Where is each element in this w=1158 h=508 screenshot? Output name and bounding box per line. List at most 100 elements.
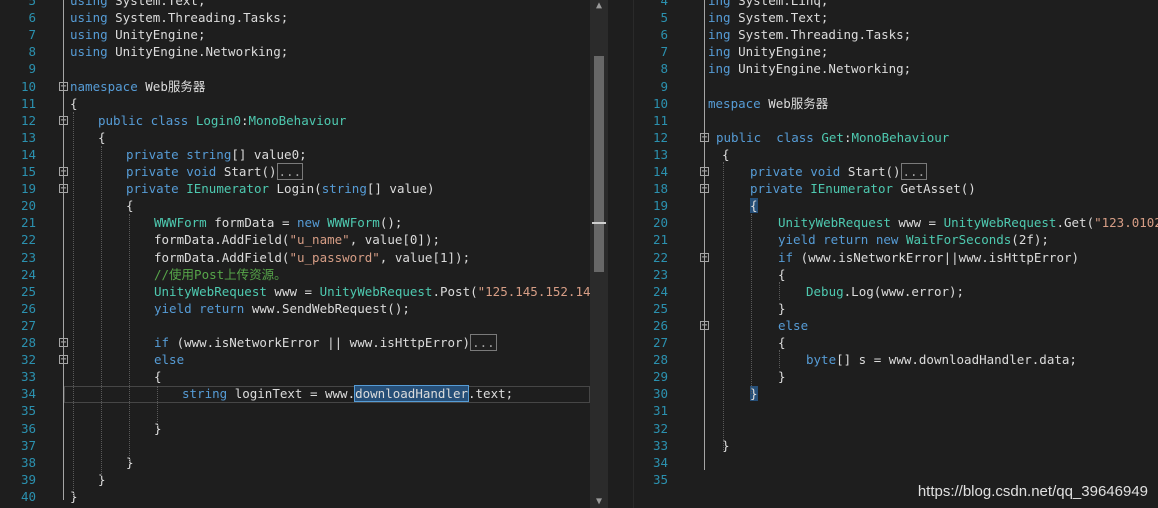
code-line[interactable]: 34 string loginText = www.downloadHandler… — [0, 385, 590, 403]
code-line[interactable]: 9 — [0, 60, 590, 77]
code-line[interactable]: 37 — [0, 437, 590, 454]
code-text[interactable]: public class Login0:MonoBehaviour — [98, 112, 346, 129]
code-line[interactable]: 27 { — [608, 334, 1158, 351]
code-line[interactable]: 22 formData.AddField("u_name", value[0]); — [0, 231, 590, 248]
code-text[interactable]: { — [722, 146, 730, 163]
code-line[interactable]: 5 ing System.Text; — [608, 9, 1158, 26]
code-line[interactable]: 14 private string[] value0; — [0, 146, 590, 163]
collapsed-region-marker[interactable]: ... — [900, 163, 928, 180]
code-text[interactable]: { — [778, 334, 786, 351]
code-line[interactable]: 28 byte[] s = www.downloadHandler.data; — [608, 351, 1158, 368]
code-line[interactable]: 10 mespace Web服务器 — [608, 95, 1158, 112]
code-text[interactable]: private IEnumerator Login(string[] value… — [126, 180, 435, 197]
code-line[interactable]: 8 ing UnityEngine.Networking; — [608, 60, 1158, 77]
code-line[interactable]: 11 — [608, 112, 1158, 129]
code-line[interactable]: 39} — [0, 471, 590, 488]
code-text[interactable]: ing UnityEngine.Networking; — [708, 60, 911, 77]
code-line[interactable]: 26 yield return www.SendWebRequest(); — [0, 300, 590, 317]
code-text[interactable]: UnityWebRequest www = UnityWebRequest.Ge… — [778, 214, 1158, 231]
code-text[interactable]: else — [778, 317, 808, 334]
code-text[interactable]: yield return new WaitForSeconds(2f); — [778, 231, 1049, 248]
code-line[interactable]: 12−public class Get:MonoBehaviour — [608, 129, 1158, 146]
code-line[interactable]: 14+private void Start()... — [608, 163, 1158, 180]
code-text[interactable]: ing UnityEngine; — [708, 43, 828, 60]
code-line[interactable]: 32−else — [0, 351, 590, 368]
code-text[interactable]: ing System.Threading.Tasks; — [708, 26, 911, 43]
code-line[interactable]: 5 using System.Text; — [0, 0, 590, 9]
code-text[interactable]: namespace Web服务器 — [70, 78, 205, 95]
code-text[interactable]: using System.Threading.Tasks; — [70, 9, 288, 26]
code-line[interactable]: 38} — [0, 454, 590, 471]
code-text[interactable]: ing System.Text; — [708, 9, 828, 26]
code-text[interactable]: { — [778, 266, 786, 283]
code-line[interactable]: 9 — [608, 78, 1158, 95]
code-text[interactable]: formData.AddField("u_password", value[1]… — [154, 249, 470, 266]
code-text[interactable]: using UnityEngine; — [70, 26, 205, 43]
code-text[interactable]: { — [70, 95, 78, 112]
code-text[interactable]: private string[] value0; — [126, 146, 307, 163]
code-text[interactable]: else — [154, 351, 184, 368]
code-line[interactable]: 12−public class Login0:MonoBehaviour — [0, 112, 590, 129]
code-line[interactable]: 20 { — [0, 197, 590, 214]
code-text[interactable]: { — [750, 197, 758, 214]
code-line[interactable]: 40} — [0, 488, 590, 505]
code-line[interactable]: 6 ing System.Threading.Tasks; — [608, 26, 1158, 43]
code-text[interactable]: mespace Web服务器 — [708, 95, 828, 112]
code-text[interactable]: public class Get:MonoBehaviour — [716, 129, 949, 146]
code-line[interactable]: 20 UnityWebRequest www = UnityWebRequest.… — [608, 214, 1158, 231]
code-line[interactable]: 11 { — [0, 95, 590, 112]
code-text[interactable]: private IEnumerator GetAsset() — [750, 180, 976, 197]
code-line[interactable]: 4 ing System.Linq; — [608, 0, 1158, 9]
code-line[interactable]: 21 WWWForm formData = new WWWForm(); — [0, 214, 590, 231]
code-line[interactable]: 7 using UnityEngine; — [0, 26, 590, 43]
code-text[interactable]: UnityWebRequest www = UnityWebRequest.Po… — [154, 283, 590, 300]
code-text[interactable]: } — [778, 300, 786, 317]
code-text[interactable]: private void Start()... — [750, 163, 928, 180]
code-text[interactable]: { — [154, 368, 162, 385]
code-line[interactable]: 33} — [608, 437, 1158, 454]
code-text[interactable]: using System.Text; — [70, 0, 205, 9]
code-line[interactable]: 34 — [608, 454, 1158, 471]
collapsed-region-marker[interactable]: ... — [276, 163, 304, 180]
code-line[interactable]: 7 ing UnityEngine; — [608, 43, 1158, 60]
code-text[interactable]: { — [98, 129, 106, 146]
code-line[interactable]: 13 { — [0, 129, 590, 146]
right-editor-pane[interactable]: 4 ing System.Linq; 5 ing System.Text; 6 ing S… — [608, 0, 1158, 508]
code-line[interactable]: 24 //使用Post上传资源。 — [0, 266, 590, 283]
code-text[interactable]: //使用Post上传资源。 — [154, 266, 287, 283]
code-line[interactable]: 28+if (www.isNetworkError || www.isHttpE… — [0, 334, 590, 351]
code-line[interactable]: 21 yield return new WaitForSeconds(2f); — [608, 231, 1158, 248]
code-text[interactable]: } — [778, 368, 786, 385]
code-text[interactable]: if (www.isNetworkError||www.isHttpError) — [778, 249, 1079, 266]
code-text[interactable]: formData.AddField("u_name", value[0]); — [154, 231, 440, 248]
code-line[interactable]: 10−namespace Web服务器 — [0, 78, 590, 95]
code-text[interactable]: WWWForm formData = new WWWForm(); — [154, 214, 402, 231]
code-line[interactable]: 25 UnityWebRequest www = UnityWebRequest.… — [0, 283, 590, 300]
code-line[interactable]: 24 Debug.Log(www.error); — [608, 283, 1158, 300]
code-line[interactable]: 29} — [608, 368, 1158, 385]
code-line[interactable]: 26−else — [608, 317, 1158, 334]
code-text[interactable]: if (www.isNetworkError || www.isHttpErro… — [154, 334, 497, 351]
scroll-down-arrow-icon[interactable]: ▼ — [590, 496, 608, 508]
scroll-up-arrow-icon[interactable]: ▲ — [590, 0, 608, 12]
code-line[interactable]: 8 using UnityEngine.Networking; — [0, 43, 590, 60]
code-line[interactable]: 22−if (www.isNetworkError||www.isHttpErr… — [608, 249, 1158, 266]
code-line[interactable]: 19 { — [608, 197, 1158, 214]
code-line[interactable]: 6 using System.Threading.Tasks; — [0, 9, 590, 26]
code-text[interactable]: Debug.Log(www.error); — [806, 283, 964, 300]
code-line[interactable]: 19−private IEnumerator Login(string[] va… — [0, 180, 590, 197]
code-text[interactable]: byte[] s = www.downloadHandler.data; — [806, 351, 1077, 368]
code-text[interactable]: { — [126, 197, 134, 214]
code-line[interactable]: 23 formData.AddField("u_password", value[… — [0, 249, 590, 266]
code-line[interactable]: 32 — [608, 420, 1158, 437]
code-text[interactable]: using UnityEngine.Networking; — [70, 43, 288, 60]
code-line[interactable]: 18−private IEnumerator GetAsset() — [608, 180, 1158, 197]
code-text[interactable]: ing System.Linq; — [708, 0, 828, 9]
code-text[interactable]: string loginText = www.downloadHandler.t… — [182, 385, 513, 403]
code-line[interactable]: 27 — [0, 317, 590, 334]
code-text[interactable]: yield return www.SendWebRequest(); — [154, 300, 410, 317]
code-line[interactable]: 13 { — [608, 146, 1158, 163]
code-line[interactable]: 25} — [608, 300, 1158, 317]
code-line[interactable]: 36} — [0, 420, 590, 437]
code-text[interactable]: private void Start()... — [126, 163, 304, 180]
